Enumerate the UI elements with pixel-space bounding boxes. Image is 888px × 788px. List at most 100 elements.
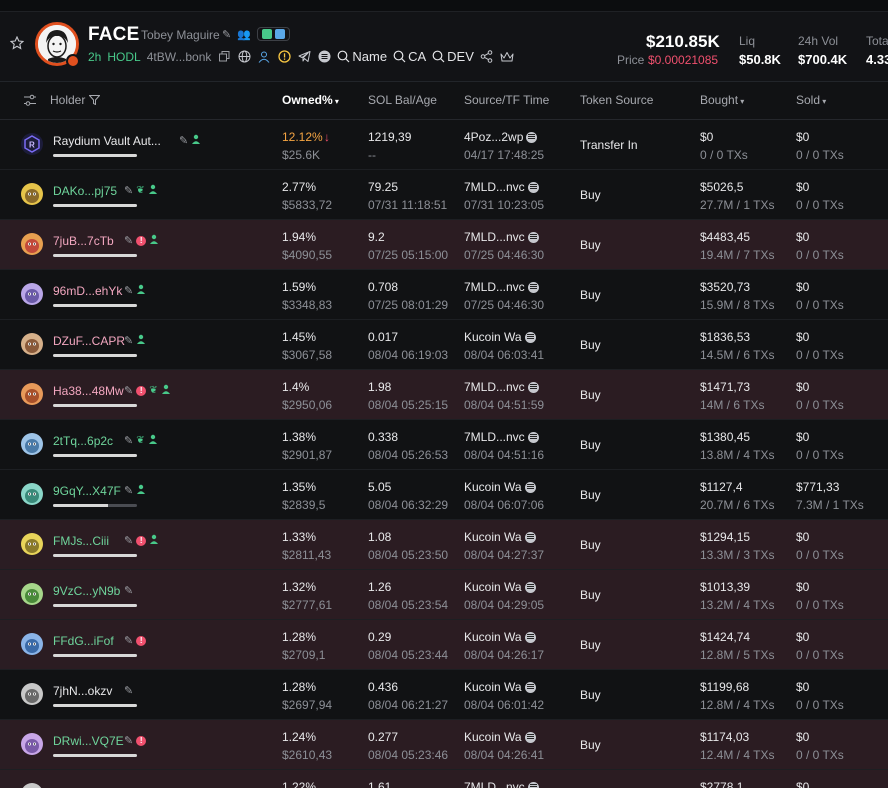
holder-avatar[interactable] — [21, 483, 43, 505]
holder-avatar[interactable]: R — [21, 133, 43, 155]
holder-avatar[interactable] — [21, 733, 43, 755]
holder-name[interactable]: 96mD...ehYk — [53, 284, 122, 298]
holder-avatar[interactable] — [21, 333, 43, 355]
holder-name[interactable]: DZuF...CAPR — [53, 334, 125, 348]
copy-icon[interactable] — [217, 50, 231, 64]
warning-icon[interactable] — [277, 50, 291, 64]
funding-source[interactable]: Kucoin Wa — [464, 480, 536, 494]
holder-avatar[interactable] — [21, 283, 43, 305]
token-source: Buy — [580, 488, 601, 502]
community-icon[interactable]: 👥 — [237, 28, 251, 41]
funding-source[interactable]: 4Poz...2wp — [464, 130, 538, 144]
search-ca-button[interactable]: CA — [393, 49, 426, 64]
table-row[interactable]: 9VzC...yN9b ✎ 1.32% $2777,61 1.26 08/04 05:23… — [0, 570, 888, 620]
funding-source[interactable]: Kucoin Wa — [464, 630, 536, 644]
edit-icon[interactable]: ✎ — [179, 134, 188, 147]
holder-avatar[interactable] — [21, 383, 43, 405]
contract-address[interactable]: 4tBW...bonk — [147, 50, 212, 64]
table-row[interactable]: DRwi...VQ7E ✎! 1.24% $2610,43 0.277 08/04 05:… — [0, 720, 888, 770]
edit-icon[interactable]: ✎ — [124, 284, 133, 297]
owned-usd: $2950,06 — [282, 398, 333, 412]
edit-icon[interactable]: ✎ — [124, 234, 133, 247]
funding-source[interactable]: 7MLD...nvc — [464, 430, 539, 444]
table-row[interactable]: 9GqY...X47F ✎ 1.35% $2839,5 5.05 08/04 06:32:… — [0, 470, 888, 520]
table-row[interactable]: DAKo...pj75 ✎ ❦ 2.77% $5833,72 79.25 07/31 11:… — [0, 170, 888, 220]
search-dev-button[interactable]: DEV — [432, 49, 474, 64]
bought-txs: 14.5M / 6 TXs — [700, 348, 775, 362]
column-sol-bal[interactable]: SOL Bal/Age — [368, 93, 437, 107]
holder-tag-icons: ✎ ❦ — [124, 184, 158, 197]
table-row[interactable]: FMJs...Ciii ✎! 1.33% $2811,43 1.08 08/04 05:2… — [0, 520, 888, 570]
holder-name[interactable]: FFdG...iFof — [53, 634, 114, 648]
social-badges[interactable] — [256, 27, 290, 41]
holder-avatar[interactable] — [21, 583, 43, 605]
edit-icon[interactable]: ✎ — [124, 734, 133, 747]
holder-name[interactable]: FMJs...Ciii — [53, 534, 109, 548]
sold-txs: 0 / 0 TXs — [796, 748, 844, 762]
sol-balance: 0.436 — [368, 680, 399, 694]
table-row[interactable]: 7jhN...okzv ✎ 1.28% $2697,94 0.436 08/04 06:2… — [0, 670, 888, 720]
holder-name[interactable]: 2tTq...6p2c — [53, 434, 113, 448]
list-icon[interactable] — [317, 50, 331, 64]
holder-name[interactable]: DAKo...pj75 — [53, 184, 117, 198]
table-row[interactable]: R Raydium Vault Aut... ✎ 12.12% ↓ $25.6K 1219,… — [0, 120, 888, 170]
funding-source[interactable]: Kucoin Wa — [464, 530, 536, 544]
holder-avatar[interactable] — [21, 433, 43, 455]
holder-name[interactable]: DRwi...VQ7E — [53, 734, 124, 748]
edit-icon[interactable]: ✎ — [124, 484, 133, 497]
table-row[interactable]: DZuF...CAPR ✎ 1.45% $3067,58 0.017 08/04 06:1… — [0, 320, 888, 370]
funding-source[interactable]: Kucoin Wa — [464, 330, 536, 344]
website-icon[interactable] — [237, 50, 251, 64]
person-icon — [161, 384, 171, 397]
edit-icon[interactable]: ✎ — [124, 434, 133, 447]
edit-icon[interactable]: ✎ — [124, 634, 133, 647]
edit-icon[interactable]: ✎ — [124, 584, 133, 597]
column-bought[interactable]: Bought ▾ — [700, 93, 744, 107]
holder-name[interactable]: Raydium Vault Aut... — [53, 134, 161, 148]
column-sold[interactable]: Sold ▾ — [796, 93, 826, 107]
table-row[interactable]: Ha38...48Mw ✎! ❦ 1.4% $2950,06 1.98 08/04 05:2… — [0, 370, 888, 420]
column-token-source[interactable]: Token Source — [580, 93, 653, 107]
edit-icon[interactable]: ✎ — [124, 184, 133, 197]
holder-avatar[interactable] — [21, 533, 43, 555]
table-row[interactable]: 2tTq...6p2c ✎ ❦ 1.38% $2901,87 0.338 08/04 05:… — [0, 420, 888, 470]
funding-source[interactable]: 7MLD...nvc — [464, 230, 539, 244]
owned-usd: $2901,87 — [282, 448, 333, 462]
filter-settings-icon[interactable] — [23, 94, 37, 107]
table-row[interactable]: 7juB...7cTb ✎! 1.94% $4090,55 9.2 07/25 05:15… — [0, 220, 888, 270]
star-icon[interactable] — [10, 36, 24, 50]
funding-source[interactable]: 7MLD...nvc — [464, 180, 539, 194]
edit-icon[interactable]: ✎ — [124, 334, 133, 347]
filter-funnel-icon[interactable] — [88, 95, 101, 106]
table-row[interactable]: 96mD...ehYk ✎ 1.59% $3348,83 0.708 07/25 08:0… — [0, 270, 888, 320]
column-source[interactable]: Source/TF Time — [464, 93, 549, 107]
holder-avatar[interactable] — [21, 183, 43, 205]
edit-icon[interactable]: ✎ — [124, 534, 133, 547]
edit-icon[interactable]: ✎ — [124, 684, 133, 697]
holder-avatar[interactable] — [21, 683, 43, 705]
dev-person-icon[interactable] — [257, 50, 271, 64]
holder-avatar[interactable] — [21, 633, 43, 655]
funding-source[interactable]: Kucoin Wa — [464, 730, 536, 744]
column-owned[interactable]: Owned% ▾ — [282, 93, 339, 107]
holder-name[interactable]: 9VzC...yN9b — [53, 584, 120, 598]
holder-name[interactable]: 7juB...7cTb — [53, 234, 114, 248]
funding-source[interactable]: 7MLD...nvc — [464, 280, 539, 294]
holder-name[interactable]: Ha38...48Mw — [53, 384, 124, 398]
table-row[interactable]: FFdG...iFof ✎! 1.28% $2709,1 0.29 08/04 05:23… — [0, 620, 888, 670]
holder-name[interactable]: 7jhN...okzv — [53, 684, 112, 698]
edit-icon[interactable]: ✎ — [124, 384, 133, 397]
telegram-icon[interactable] — [297, 50, 311, 64]
share-icon[interactable] — [480, 50, 494, 64]
funding-source[interactable]: 7MLD...nvc — [464, 380, 539, 394]
holder-avatar[interactable] — [21, 233, 43, 255]
funding-source[interactable]: Kucoin Wa — [464, 680, 536, 694]
search-name-button[interactable]: Name — [337, 49, 387, 64]
holder-name[interactable]: 9GqY...X47F — [53, 484, 121, 498]
table-row[interactable]: 1.22% 1.61 7MLD...nvc $2778,1 $0 — [0, 770, 888, 788]
funding-source[interactable]: Kucoin Wa — [464, 580, 536, 594]
funding-source[interactable]: 7MLD...nvc — [464, 780, 539, 788]
edit-icon[interactable]: ✎ — [222, 28, 231, 41]
column-holder[interactable]: Holder — [50, 93, 101, 107]
crown-icon[interactable] — [500, 50, 514, 64]
